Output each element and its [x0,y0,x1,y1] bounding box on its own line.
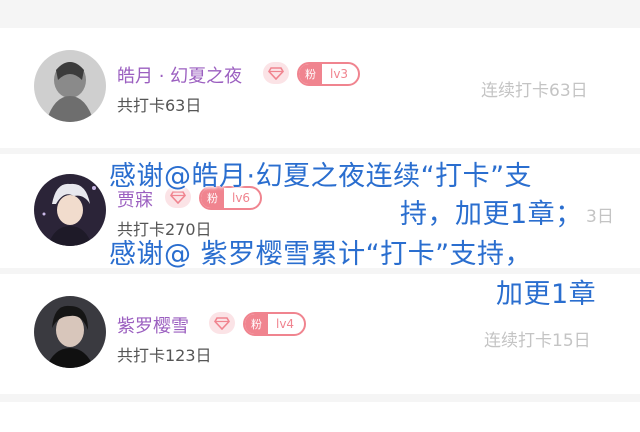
avatar[interactable] [34,174,106,246]
thanks-line-3: 感谢@ 紫罗樱雪累计“打卡”支持， [109,239,533,270]
thanks-line-2: 持，加更1章； [400,199,583,230]
username[interactable]: 紫罗樱雪 [117,312,189,338]
checkin-row-1[interactable]: 皓月 · 幻夏之夜 粉 lv3 共打卡63日 连续打卡63日 [0,28,640,148]
username[interactable]: 皓月 · 幻夏之夜 [117,62,242,88]
fan-level-badge: 粉 lv4 [243,312,307,336]
level-label: lv6 [232,191,251,205]
thanks-line-4: 加更1章 [496,279,597,310]
avatar[interactable] [34,296,106,368]
total-checkin: 共打卡123日 [117,346,212,365]
diamond-icon [268,66,284,80]
level-label: lv3 [330,67,349,81]
diamond-badge [263,62,289,84]
diamond-badge [209,312,235,334]
level-label: lv4 [276,317,295,331]
total-checkin: 共打卡63日 [117,96,202,115]
fan-tag: 粉 [299,64,322,84]
streak-checkin: 连续打卡63日 [481,81,588,101]
thanks-line-1: 感谢@皓月·幻夏之夜连续“打卡”支 [109,161,533,192]
fan-tag: 粉 [245,314,268,334]
diamond-icon [214,316,230,330]
fan-level-badge: 粉 lv3 [297,62,361,86]
streak-checkin: 3日 [586,207,614,227]
streak-checkin: 连续打卡15日 [484,331,591,351]
avatar[interactable] [34,50,106,122]
